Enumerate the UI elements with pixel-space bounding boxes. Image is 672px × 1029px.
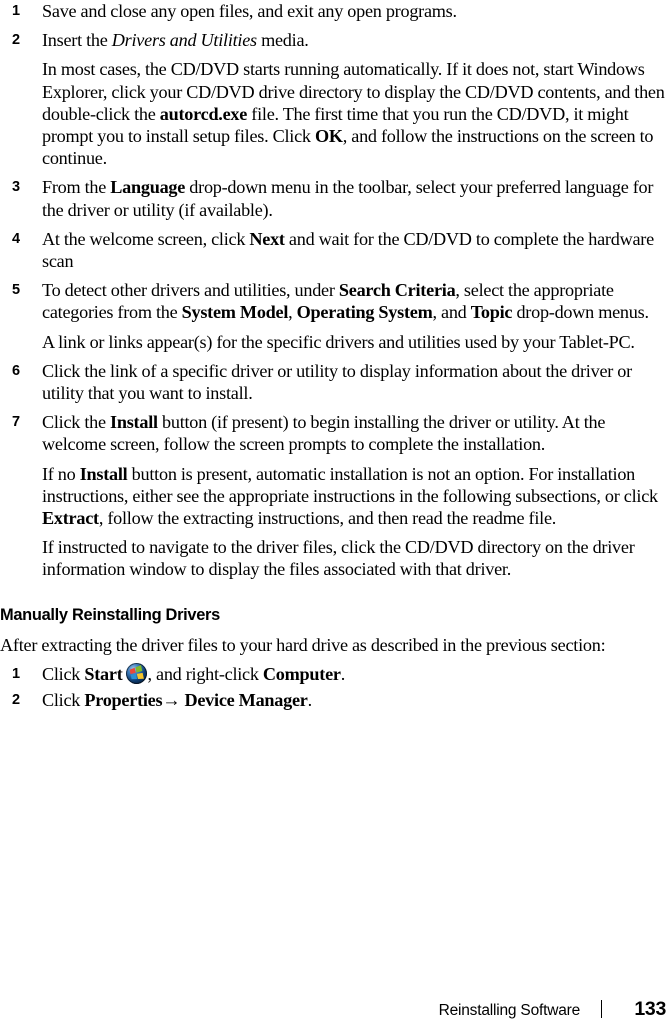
page-footer: Reinstalling Software 133 xyxy=(0,998,672,1026)
step-text: Click the Install button (if present) to… xyxy=(42,412,606,455)
ordered-step: 1 Click Start , and right-click Computer. xyxy=(0,662,668,685)
page-content: 1 Save and close any open files, and exi… xyxy=(0,0,668,713)
page-number: 133 xyxy=(634,998,666,1020)
footer-chapter-title: Reinstalling Software xyxy=(438,1002,581,1019)
step-number: 4 xyxy=(12,230,20,247)
step-continuation-paragraph: A link or links appear(s) for the specif… xyxy=(42,331,635,352)
step-number: 1 xyxy=(12,3,20,19)
section-heading: Manually Reinstalling Drivers xyxy=(0,605,220,624)
document-page: 1 Save and close any open files, and exi… xyxy=(0,0,672,1029)
ordered-step: 3 From the Language drop-down menu in th… xyxy=(0,176,668,220)
ordered-step: 5 To detect other drivers and utilities,… xyxy=(0,279,668,323)
footer-separator xyxy=(601,1000,602,1018)
section-intro-paragraph: After extracting the driver files to you… xyxy=(0,634,606,655)
ordered-step: 4 At the welcome screen, click Next and … xyxy=(0,228,668,272)
step-continuation-paragraph: In most cases, the CD/DVD starts running… xyxy=(42,59,665,169)
windows-start-orb-icon xyxy=(125,662,147,684)
step-text-before-icon: Click Start xyxy=(42,663,123,684)
step-text: Save and close any open files, and exit … xyxy=(42,1,457,21)
ordered-step: 7 Click the Install button (if present) … xyxy=(0,411,668,455)
step-text: At the welcome screen, click Next and wa… xyxy=(42,228,654,272)
step-number: 2 xyxy=(12,32,20,49)
step-text: Insert the Drivers and Utilities media. xyxy=(42,30,309,51)
step-text-after-icon: , and right-click Computer. xyxy=(147,663,346,684)
step-text: From the Language drop-down menu in the … xyxy=(42,177,654,220)
step-number: 1 xyxy=(12,665,20,682)
step-number: 7 xyxy=(12,414,20,431)
step-number: 6 xyxy=(12,362,20,379)
step-continuation-paragraph: If no Install button is present, automat… xyxy=(42,463,658,529)
step-text: To detect other drivers and utilities, u… xyxy=(42,280,649,323)
ordered-step: 6 Click the link of a specific driver or… xyxy=(0,360,668,404)
step-number: 2 xyxy=(12,692,20,709)
ordered-step: 2 Click Properties→ Device Manager. xyxy=(0,689,668,711)
step-text: Click the link of a specific driver or u… xyxy=(42,360,632,404)
ordered-step: 1 Save and close any open files, and exi… xyxy=(0,0,668,22)
step-text: Click Properties→ Device Manager. xyxy=(42,690,312,711)
step-text: Click Start , and right-click Computer. xyxy=(42,662,346,684)
step-number: 3 xyxy=(12,179,20,196)
step-continuation-paragraph: If instructed to navigate to the driver … xyxy=(42,537,635,580)
step-number: 5 xyxy=(12,282,20,299)
ordered-step: 2 Insert the Drivers and Utilities media… xyxy=(0,29,668,51)
